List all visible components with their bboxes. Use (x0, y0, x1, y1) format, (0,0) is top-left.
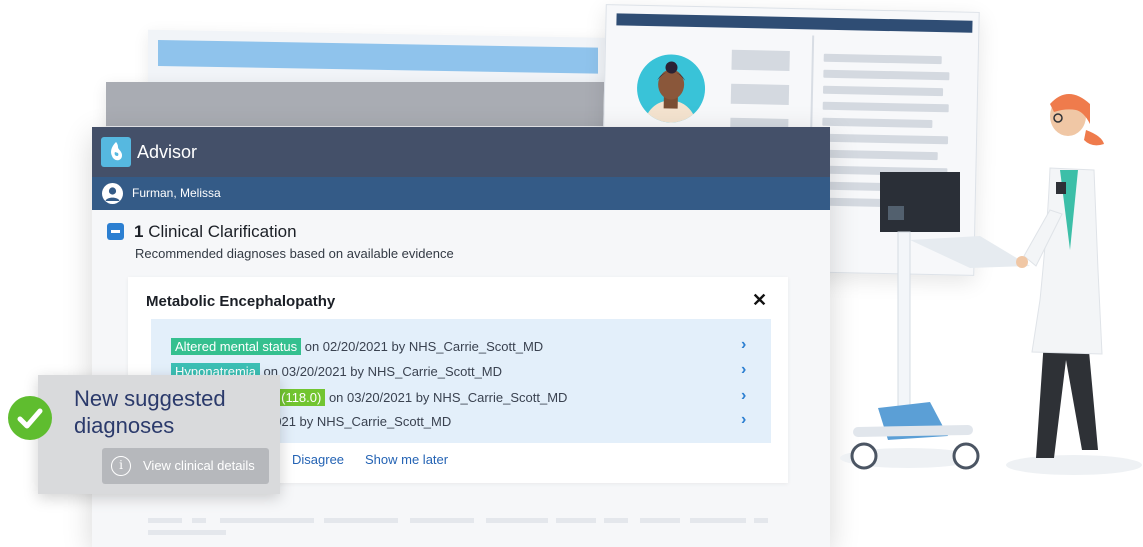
patient-bar: Furman, Melissa (92, 177, 830, 210)
evidence-highlight: Altered mental status (171, 338, 302, 355)
minus-square-icon[interactable] (107, 223, 124, 240)
clinician-illustration (840, 90, 1143, 490)
view-clinical-details-button[interactable]: i View clinical details (102, 448, 269, 484)
advisor-title: Advisor (137, 142, 198, 162)
advisor-header: Advisor (92, 127, 830, 177)
clarification-heading: 1 Clinical Clarification (134, 222, 297, 242)
show-me-later-link[interactable]: Show me later (365, 452, 448, 467)
evidence-row[interactable]: 2021 by NHS_Carrie_Scott_MD (267, 414, 451, 429)
dragon-logo-icon (101, 137, 131, 167)
chevron-right-icon[interactable]: › (741, 411, 746, 429)
diagnosis-title: Metabolic Encephalopathy (146, 293, 336, 310)
evidence-row[interactable]: Altered mental status on 02/20/2021 by N… (171, 338, 544, 355)
close-icon[interactable]: ✕ (752, 290, 767, 311)
evidence-text: on 03/20/2021 by NHS_Carrie_Scott_MD (325, 390, 568, 405)
evidence-text: on 02/20/2021 by NHS_Carrie_Scott_MD (301, 339, 544, 354)
suggestion-notification: New suggested diagnoses i View clinical … (38, 375, 280, 494)
person-icon (102, 183, 123, 204)
chevron-right-icon[interactable]: › (741, 336, 746, 354)
evidence-row[interactable]: y (118.0) on 03/20/2021 by NHS_Carrie_Sc… (267, 389, 568, 406)
clarification-title: Clinical Clarification (148, 222, 297, 241)
notification-line-2: diagnoses (74, 413, 175, 438)
clarification-count: 1 (134, 222, 144, 241)
chevron-right-icon[interactable]: › (741, 387, 746, 405)
patient-avatar (636, 53, 706, 124)
clarification-subtitle: Recommended diagnoses based on available… (135, 246, 454, 261)
info-icon: i (111, 456, 131, 476)
patient-name: Furman, Melissa (132, 186, 221, 200)
evidence-text: on 03/20/2021 by NHS_Carrie_Scott_MD (259, 364, 503, 379)
notification-line-1: New suggested (74, 386, 226, 411)
chevron-right-icon[interactable]: › (741, 361, 746, 379)
view-clinical-details-label: View clinical details (143, 458, 255, 473)
notification-message: New suggested diagnoses (74, 385, 226, 439)
evidence-text: 2021 by NHS_Carrie_Scott_MD (267, 414, 452, 429)
check-circle-icon (8, 396, 52, 440)
disagree-link[interactable]: Disagree (292, 452, 344, 467)
